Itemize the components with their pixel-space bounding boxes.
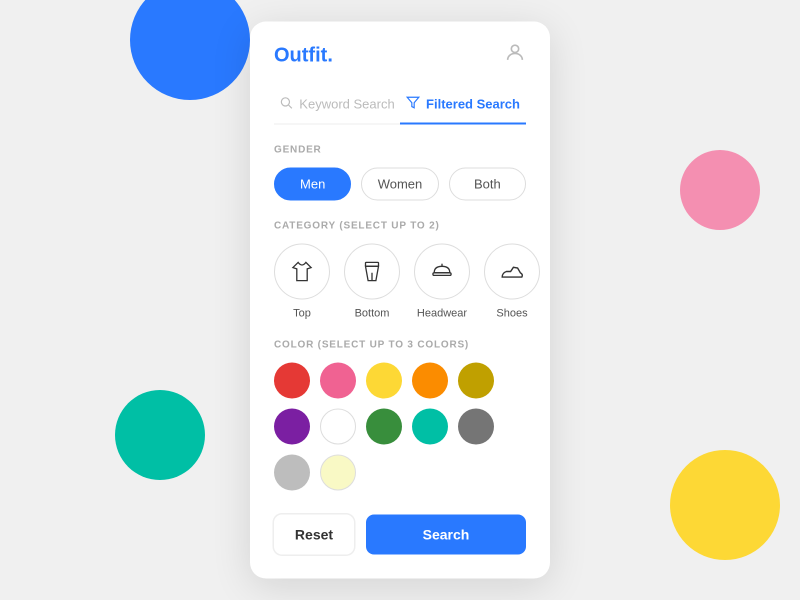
- gender-both-button[interactable]: Both: [449, 168, 526, 201]
- swatch-olive[interactable]: [458, 363, 494, 399]
- gender-group: Men Women Both: [274, 168, 526, 201]
- bg-circle-pink: [680, 150, 760, 230]
- category-top[interactable]: Top: [274, 244, 330, 320]
- tab-filtered[interactable]: Filtered Search: [400, 86, 526, 125]
- shoes-label: Shoes: [496, 308, 527, 320]
- search-button[interactable]: Search: [366, 515, 526, 555]
- category-headwear[interactable]: Headwear: [414, 244, 470, 320]
- swatch-dark-green[interactable]: [366, 409, 402, 445]
- filter-icon: [406, 96, 420, 113]
- tab-bar: Keyword Search Filtered Search: [274, 86, 526, 125]
- swatch-yellow[interactable]: [366, 363, 402, 399]
- color-section: COLOR (SELECT UP TO 3 COLORS): [274, 340, 526, 491]
- app-logo: Outfit.: [274, 44, 333, 67]
- headwear-icon-circle: [414, 244, 470, 300]
- card-content: GENDER Men Women Both CATEGORY (SELECT U…: [250, 125, 550, 491]
- shoes-icon-circle: [484, 244, 540, 300]
- top-icon-circle: [274, 244, 330, 300]
- top-label: Top: [293, 308, 311, 320]
- card-header: Outfit.: [250, 22, 550, 70]
- gender-label: GENDER: [274, 145, 526, 156]
- swatch-pink[interactable]: [320, 363, 356, 399]
- gender-women-button[interactable]: Women: [361, 168, 438, 201]
- category-label: CATEGORY (SELECT UP TO 2): [274, 221, 526, 232]
- swatch-orange[interactable]: [412, 363, 448, 399]
- search-card: Outfit. Keyword Search: [250, 22, 550, 579]
- action-row: Reset Search: [250, 515, 550, 555]
- swatch-light-gray[interactable]: [274, 455, 310, 491]
- swatch-white[interactable]: [320, 409, 356, 445]
- bottom-icon-circle: [344, 244, 400, 300]
- tab-keyword-label: Keyword Search: [299, 97, 394, 112]
- logo-dot: .: [327, 44, 333, 66]
- headwear-label: Headwear: [417, 308, 467, 320]
- color-label: COLOR (SELECT UP TO 3 COLORS): [274, 340, 526, 351]
- category-shoes[interactable]: Shoes: [484, 244, 540, 320]
- bg-circle-blue: [130, 0, 250, 100]
- bg-circle-yellow: [670, 450, 780, 560]
- search-icon: [279, 96, 293, 113]
- swatch-gray[interactable]: [458, 409, 494, 445]
- category-bottom[interactable]: Bottom: [344, 244, 400, 320]
- category-grid: Top Bottom: [274, 244, 526, 320]
- bottom-label: Bottom: [355, 308, 390, 320]
- swatch-red[interactable]: [274, 363, 310, 399]
- user-icon[interactable]: [504, 42, 526, 70]
- bg-circle-teal: [115, 390, 205, 480]
- category-section: CATEGORY (SELECT UP TO 2) Top: [274, 221, 526, 320]
- swatch-light-yellow[interactable]: [320, 455, 356, 491]
- gender-men-button[interactable]: Men: [274, 168, 351, 201]
- swatch-teal[interactable]: [412, 409, 448, 445]
- color-grid: [274, 363, 526, 491]
- gender-section: GENDER Men Women Both: [274, 145, 526, 201]
- tab-keyword[interactable]: Keyword Search: [274, 86, 400, 125]
- swatch-purple[interactable]: [274, 409, 310, 445]
- tab-filtered-label: Filtered Search: [426, 97, 520, 112]
- logo-text: Outfit: [274, 44, 327, 66]
- reset-button[interactable]: Reset: [274, 515, 354, 555]
